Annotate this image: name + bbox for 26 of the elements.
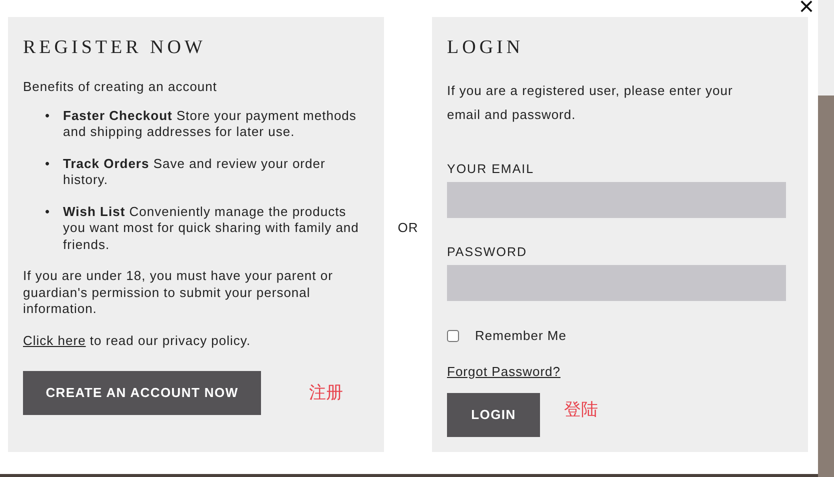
field-label: YOUR EMAIL	[447, 161, 536, 177]
field-label: PASSWORD	[447, 244, 528, 260]
divider-text: OR	[398, 219, 418, 238]
panel-title: LOGIN	[447, 37, 525, 59]
benefit-text: Faster Checkout Store your payment methods and shipping addresses for later use.	[63, 108, 358, 140]
checkbox-label[interactable]: Remember Me	[475, 326, 566, 346]
age-notice: If you are under 18, you must have your parent or guardian's permission to submit your personal information.	[23, 268, 334, 318]
privacy-note: Click here to read our privacy policy.	[23, 332, 252, 349]
close-button[interactable]: ×	[798, 0, 814, 20]
benefit-text: Track Orders Save and review your order history.	[63, 156, 326, 188]
create-account-button[interactable]: CREATE AN ACCOUNT NOW	[23, 371, 261, 415]
bullet-mark: •	[45, 156, 52, 172]
input-field[interactable]	[447, 182, 786, 218]
forgot-password-link[interactable]: Forgot Password?	[447, 364, 560, 378]
input-field[interactable]	[447, 265, 786, 301]
remember-checkbox[interactable]	[447, 330, 459, 342]
bullet-mark: •	[45, 204, 52, 220]
annotation-text: 注册	[309, 382, 343, 404]
privacy-link[interactable]: Click here	[23, 332, 86, 348]
annotation-text: 登陆	[564, 399, 598, 422]
benefit-text: Wish List Conveniently manage the products you want most for quick sharing with family and friends.	[63, 204, 360, 253]
intro-text: Benefits of creating an account	[23, 79, 218, 96]
bullet-mark: •	[45, 108, 52, 124]
intro-text: If you are a registered user, please enter your email and password.	[447, 82, 734, 124]
login-button[interactable]: LOGIN	[447, 393, 540, 437]
panel-title: REGISTER NOW	[23, 37, 207, 59]
